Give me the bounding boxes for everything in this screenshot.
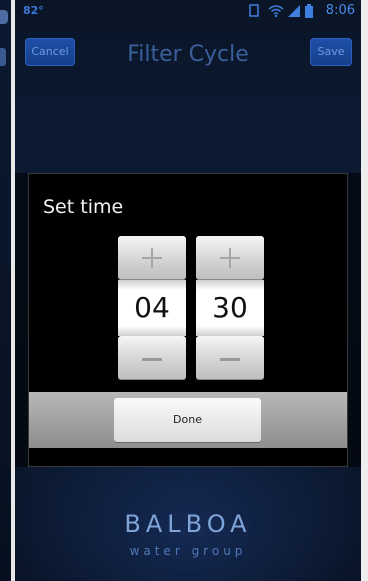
- hour-value[interactable]: 04: [118, 280, 186, 336]
- plus-icon: [220, 248, 240, 268]
- dialog-button-bar: Done: [29, 392, 347, 448]
- dialog-title: Set time: [43, 196, 124, 218]
- wifi-icon: [268, 5, 284, 17]
- done-button[interactable]: Done: [114, 398, 261, 442]
- logo-subtitle: water group: [129, 544, 247, 558]
- minus-icon: [142, 358, 162, 361]
- hour-picker: 04: [118, 236, 186, 380]
- clock: 8:06: [325, 3, 355, 18]
- plus-icon: [142, 248, 162, 268]
- edge-button: [0, 48, 6, 66]
- hour-decrement-button[interactable]: [118, 336, 186, 380]
- previous-screen-edge: [0, 0, 11, 581]
- edge-light: [0, 10, 8, 24]
- battery-icon: [305, 4, 313, 18]
- hour-increment-button[interactable]: [118, 236, 186, 280]
- balboa-logo: BALBOA: [124, 510, 252, 538]
- minute-value[interactable]: 30: [196, 280, 264, 336]
- frame-divider-right: [361, 0, 368, 581]
- minus-icon: [220, 358, 240, 361]
- minute-picker: 30: [196, 236, 264, 380]
- minute-increment-button[interactable]: [196, 236, 264, 280]
- minute-decrement-button[interactable]: [196, 336, 264, 380]
- signal-icon: [288, 5, 300, 17]
- save-button[interactable]: Save: [310, 38, 352, 66]
- temperature-indicator: 82°: [23, 4, 44, 17]
- set-time-dialog: Set time 04 30 Done: [28, 173, 348, 467]
- notification-icon: [249, 4, 259, 17]
- phone-screen: 82° 8:06 Cancel Filter Cycle Save Set ti…: [15, 0, 361, 581]
- status-bar: 82° 8:06: [15, 0, 361, 22]
